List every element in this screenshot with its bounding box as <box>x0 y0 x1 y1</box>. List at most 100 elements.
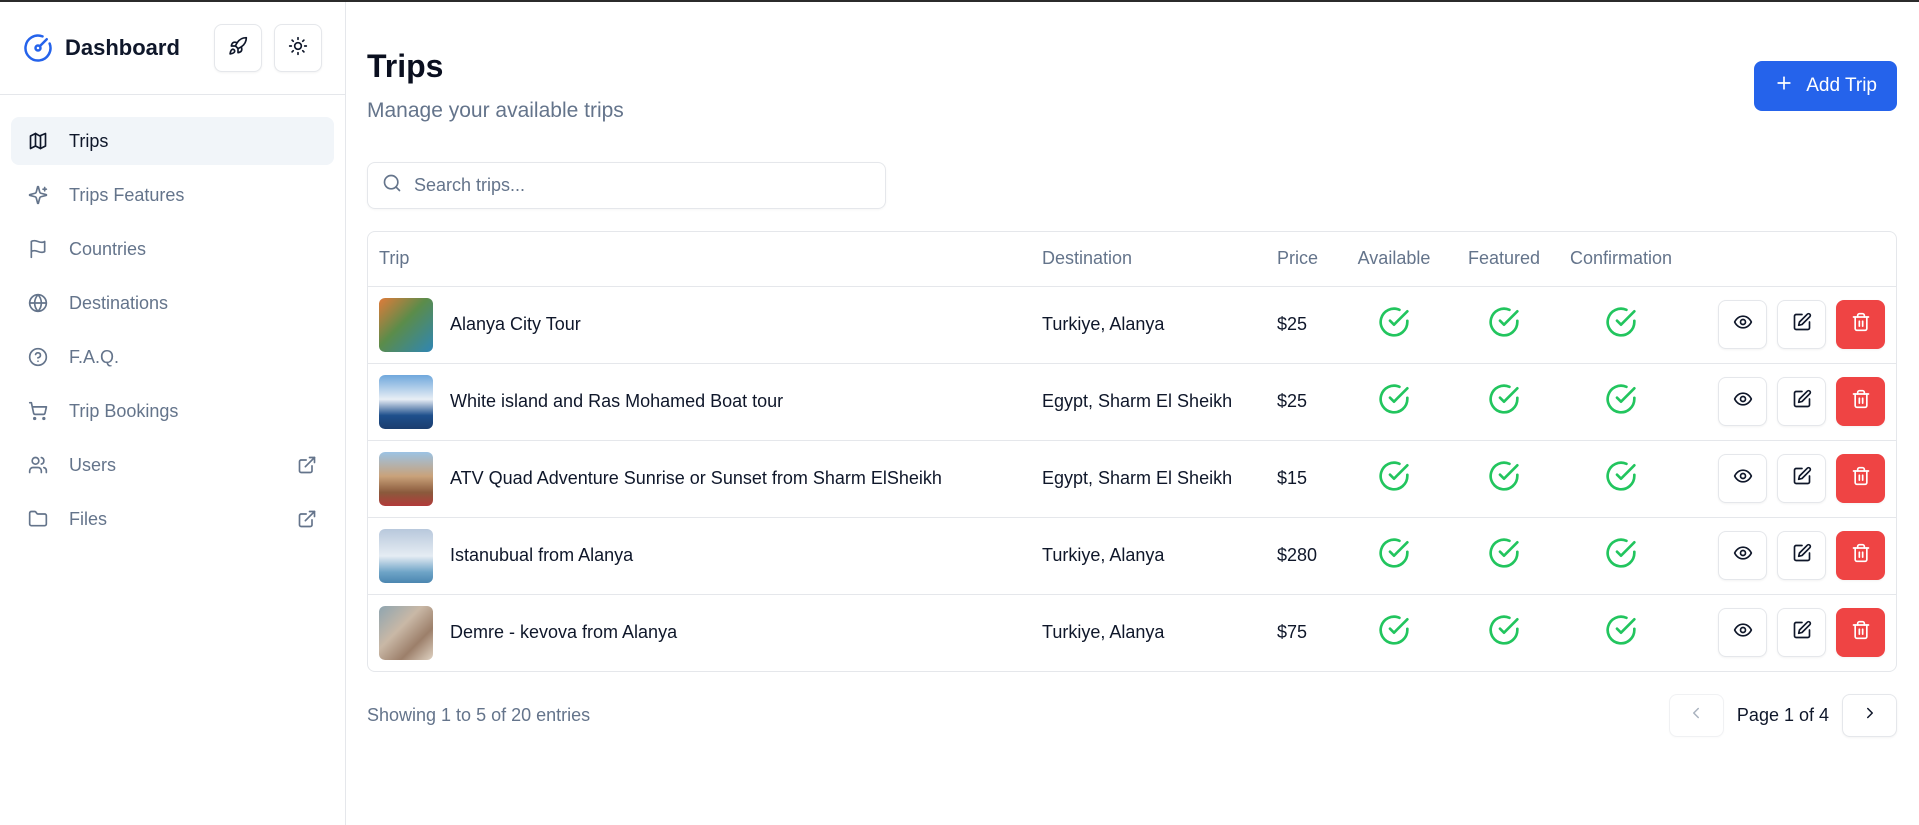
check-circle-icon <box>1488 306 1520 338</box>
trash-icon <box>1851 466 1871 491</box>
launch-button[interactable] <box>214 24 262 72</box>
trash-icon <box>1851 543 1871 568</box>
delete-button[interactable] <box>1836 377 1885 426</box>
eye-icon <box>1733 466 1753 491</box>
rocket-icon <box>228 36 248 61</box>
eye-icon <box>1733 389 1753 414</box>
page-indicator: Page 1 of 4 <box>1736 705 1829 725</box>
trips-table: Trip Destination Price Available Feature… <box>367 231 1897 672</box>
edit-button[interactable] <box>1777 531 1826 580</box>
delete-button[interactable] <box>1836 531 1885 580</box>
sidebar-item-label: Destinations <box>69 292 169 313</box>
check-circle-icon <box>1605 383 1637 415</box>
check-circle-icon <box>1605 614 1637 646</box>
trip-name: Demre - kevova from Alanya <box>450 622 678 643</box>
prev-page-button[interactable] <box>1668 694 1724 737</box>
sidebar-item-faq[interactable]: F.A.Q. <box>11 333 334 381</box>
brand[interactable]: Dashboard <box>23 33 202 63</box>
column-header-price[interactable]: Price <box>1266 232 1339 287</box>
page-title: Trips <box>367 48 444 84</box>
theme-toggle-button[interactable] <box>274 24 322 72</box>
check-circle-icon <box>1488 383 1520 415</box>
check-circle-icon <box>1605 306 1637 338</box>
check-circle-icon <box>1488 537 1520 569</box>
main-content: Trips Manage your available trips Add Tr… <box>346 2 1919 825</box>
column-header-actions <box>1683 232 1896 287</box>
next-page-button[interactable] <box>1842 694 1897 737</box>
trash-icon <box>1851 389 1871 414</box>
sidebar-item-label: F.A.Q. <box>69 346 120 367</box>
trip-price: $75 <box>1277 622 1308 643</box>
sidebar-item-files[interactable]: Files <box>11 495 334 543</box>
view-button[interactable] <box>1718 377 1767 426</box>
table-row: ATV Quad Adventure Sunrise or Sunset fro… <box>368 440 1896 518</box>
check-circle-icon <box>1378 460 1410 492</box>
sidebar-item-label: Trip Bookings <box>69 400 179 421</box>
check-circle-icon <box>1378 614 1410 646</box>
column-header-featured[interactable]: Featured <box>1449 232 1559 287</box>
check-circle-icon <box>1488 460 1520 492</box>
view-button[interactable] <box>1718 300 1767 349</box>
edit-button[interactable] <box>1777 608 1826 658</box>
sidebar-item-users[interactable]: Users <box>11 441 334 489</box>
trip-price: $280 <box>1266 517 1339 595</box>
search-input[interactable] <box>414 175 871 196</box>
check-circle-icon <box>1378 306 1410 338</box>
sidebar-item-label: Files <box>69 508 108 529</box>
sidebar-item-trips-features[interactable]: Trips Features <box>11 171 334 219</box>
edit-button[interactable] <box>1777 300 1826 349</box>
edit-button[interactable] <box>1777 454 1826 503</box>
check-circle-icon <box>1605 537 1637 569</box>
trash-icon <box>1851 312 1871 337</box>
trip-name: Istanubual from Alanya <box>450 545 634 565</box>
sidebar-item-label: Trips Features <box>69 184 185 205</box>
sidebar-item-destinations[interactable]: Destinations <box>11 279 334 327</box>
trip-destination: Turkiye, Alanya <box>1031 286 1266 364</box>
app-root: Dashboard Trips Trips Features Countries… <box>0 2 1919 825</box>
trip-thumbnail <box>379 451 433 506</box>
trip-destination: Turkiye, Alanya <box>1042 622 1165 643</box>
delete-button[interactable] <box>1836 300 1885 349</box>
view-button[interactable] <box>1718 608 1767 658</box>
sidebar: Dashboard Trips Trips Features Countries… <box>0 2 346 825</box>
delete-button[interactable] <box>1836 608 1885 658</box>
page-subtitle: Manage your available trips <box>367 99 624 122</box>
sidebar-item-trip-bookings[interactable]: Trip Bookings <box>11 387 334 435</box>
add-trip-button[interactable]: Add Trip <box>1754 61 1897 111</box>
sidebar-item-countries[interactable]: Countries <box>11 225 334 273</box>
column-header-trip[interactable]: Trip <box>368 232 1031 287</box>
page-header: Trips Manage your available trips Add Tr… <box>367 48 1897 123</box>
flag-icon <box>27 238 49 260</box>
sidebar-item-label: Trips <box>69 130 109 151</box>
trip-destination: Egypt, Sharm El Sheikh <box>1031 440 1266 518</box>
sidebar-nav: Trips Trips Features Countries Destinati… <box>0 95 345 571</box>
external-link-icon <box>296 454 318 476</box>
sun-icon <box>288 36 308 61</box>
brand-title: Dashboard <box>65 35 180 60</box>
trip-thumbnail <box>379 374 433 429</box>
search-box <box>367 162 886 209</box>
column-header-confirmation[interactable]: Confirmation <box>1559 232 1684 287</box>
map-icon <box>27 130 49 152</box>
check-circle-icon <box>1605 460 1637 492</box>
sidebar-item-label: Users <box>69 454 117 475</box>
view-button[interactable] <box>1718 531 1767 580</box>
chevron-left-icon <box>1687 704 1705 727</box>
trash-icon <box>1851 620 1871 645</box>
trip-name: ATV Quad Adventure Sunrise or Sunset fro… <box>450 468 942 488</box>
trip-name: Alanya City Tour <box>450 314 581 334</box>
edit-icon <box>1792 543 1812 568</box>
trip-price: $25 <box>1266 363 1339 441</box>
column-header-destination[interactable]: Destination <box>1031 232 1266 287</box>
add-trip-label: Add Trip <box>1806 75 1877 96</box>
trip-thumbnail <box>379 528 433 583</box>
cart-icon <box>27 400 49 422</box>
edit-icon <box>1792 620 1812 645</box>
edit-button[interactable] <box>1777 377 1826 426</box>
chevron-right-icon <box>1861 704 1879 727</box>
edit-icon <box>1792 312 1812 337</box>
sidebar-item-trips[interactable]: Trips <box>11 117 334 165</box>
delete-button[interactable] <box>1836 454 1885 503</box>
column-header-available[interactable]: Available <box>1339 232 1449 287</box>
view-button[interactable] <box>1718 454 1767 503</box>
